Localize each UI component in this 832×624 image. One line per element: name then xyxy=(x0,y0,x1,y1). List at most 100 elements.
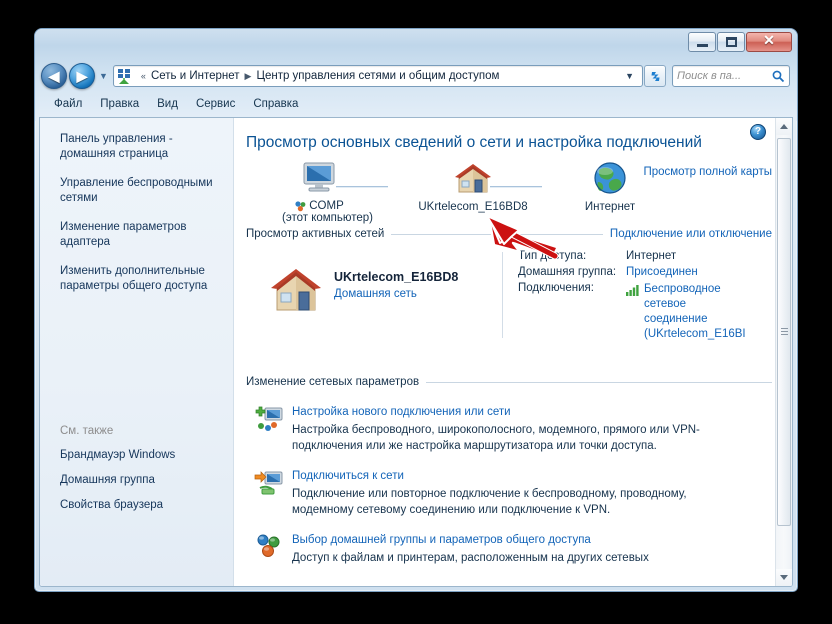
close-button[interactable]: ✕ xyxy=(746,32,792,52)
menu-item-file[interactable]: Файл xyxy=(45,96,91,112)
globe-icon xyxy=(594,162,626,194)
detail-row-connections: Подключения: Беспроводное сетевое соедин… xyxy=(518,282,752,342)
connect-disconnect-link[interactable]: Подключение или отключение xyxy=(610,228,772,240)
recent-pages-dropdown-icon[interactable]: ▼ xyxy=(99,71,108,81)
forward-arrow-icon: ▶ xyxy=(76,68,88,84)
sidebar-item-control-panel-home[interactable]: Панель управления - домашняя страница xyxy=(60,132,223,162)
detail-value-homegroup[interactable]: Присоединен xyxy=(626,266,698,278)
heading-rule xyxy=(391,233,603,235)
active-network-type-link[interactable]: Домашняя сеть xyxy=(334,288,417,300)
refresh-icon xyxy=(651,71,659,81)
see-also-section: См. также Брандмауэр Windows Домашняя гр… xyxy=(60,425,223,524)
close-icon: ✕ xyxy=(763,34,775,49)
scroll-down-arrow[interactable] xyxy=(776,569,792,586)
page-title: Просмотр основных сведений о сети и наст… xyxy=(246,134,702,151)
vertical-scrollbar[interactable] xyxy=(775,118,792,586)
setting-title-connect-network[interactable]: Подключиться к сети xyxy=(292,470,772,482)
window-controls: ✕ xyxy=(688,32,792,52)
search-input[interactable]: Поиск в па... xyxy=(672,65,790,87)
detail-value-connections[interactable]: Беспроводное сетевое соединение (UKrtele… xyxy=(644,282,752,342)
map-node-internet[interactable]: Интернет xyxy=(564,160,656,213)
view-full-map-link[interactable]: Просмотр полной карты xyxy=(643,166,772,178)
scroll-grip-icon xyxy=(781,328,788,336)
active-networks-heading-label: Просмотр активных сетей xyxy=(246,228,385,240)
see-also-item-homegroup[interactable]: Домашняя группа xyxy=(60,474,223,486)
map-node-network-label: UKrtelecom_E16BD8 xyxy=(418,201,528,213)
sidebar-item-change-advanced-sharing[interactable]: Изменить дополнительные параметры общего… xyxy=(60,264,223,294)
network-map: COMP (этот компьютер) UKrtelecom_E16BD8 xyxy=(246,160,772,224)
address-dropdown-icon[interactable]: ▼ xyxy=(619,71,640,81)
window-body: Панель управления - домашняя страница Уп… xyxy=(39,117,793,587)
address-bar-row: ◀ ▶ ▼ « Сеть и Интернет ▶ Центр управлен… xyxy=(35,59,797,93)
help-icon[interactable]: ? xyxy=(750,124,766,140)
main-content: ? Просмотр основных сведений о сети и на… xyxy=(234,118,792,586)
connect-network-icon xyxy=(254,471,283,495)
map-node-network[interactable]: UKrtelecom_E16BD8 xyxy=(398,160,548,213)
detail-label-connections: Подключения: xyxy=(518,282,594,294)
address-bar[interactable]: « Сеть и Интернет ▶ Центр управления сет… xyxy=(112,65,643,87)
homegroup-icon xyxy=(257,534,280,557)
sidebar-item-manage-wireless-networks[interactable]: Управление беспроводными сетями xyxy=(60,176,223,206)
network-settings-heading-label: Изменение сетевых параметров xyxy=(246,376,420,388)
setting-item-new-connection[interactable]: Настройка нового подключения или сети На… xyxy=(246,406,772,454)
breadcrumb-network-internet[interactable]: Сеть и Интернет xyxy=(150,70,241,82)
wifi-signal-icon xyxy=(626,285,639,296)
menu-item-view[interactable]: Вид xyxy=(148,96,187,112)
detail-label-access-type: Тип доступа: xyxy=(518,250,587,262)
title-bar: ✕ xyxy=(35,29,797,59)
see-also-item-browser-properties[interactable]: Свойства браузера xyxy=(60,499,223,511)
setting-description-new-connection: Настройка беспроводного, широкополосного… xyxy=(292,424,700,452)
breadcrumb-network-sharing-center[interactable]: Центр управления сетями и общим доступом xyxy=(255,70,500,82)
house-icon xyxy=(455,164,491,193)
setting-item-homegroup[interactable]: Выбор домашней группы и параметров общег… xyxy=(246,534,772,566)
new-connection-icon xyxy=(255,406,283,431)
minimize-icon xyxy=(696,44,708,47)
chevron-up-icon xyxy=(780,124,788,129)
chevron-down-icon xyxy=(780,575,788,580)
scroll-up-arrow[interactable] xyxy=(776,118,792,135)
network-details: Тип доступа: Интернет Домашняя группа: П… xyxy=(518,250,752,346)
homegroup-small-icon xyxy=(295,201,306,212)
breadcrumb-separator-icon[interactable]: ▶ xyxy=(245,71,252,82)
menu-item-tools[interactable]: Сервис xyxy=(187,96,244,112)
refresh-button[interactable] xyxy=(644,65,666,87)
back-button[interactable]: ◀ xyxy=(41,63,67,89)
network-settings-heading: Изменение сетевых параметров xyxy=(246,376,772,388)
map-node-computer-label: COMP xyxy=(309,200,344,212)
map-node-internet-label: Интернет xyxy=(584,201,636,213)
setting-item-connect-network[interactable]: Подключиться к сети Подключение или повт… xyxy=(246,470,772,518)
sidebar: Панель управления - домашняя страница Уп… xyxy=(40,118,234,586)
active-network-name: UKrtelecom_E16BD8 xyxy=(334,270,459,284)
active-network-block: UKrtelecom_E16BD8 Домашняя сеть Тип дост… xyxy=(246,246,782,354)
computer-icon xyxy=(303,162,335,192)
menu-item-edit[interactable]: Правка xyxy=(91,96,148,112)
detail-value-access-type: Интернет xyxy=(626,250,677,262)
detail-row-homegroup: Домашняя группа: Присоединен xyxy=(518,266,752,278)
network-settings-list: Настройка нового подключения или сети На… xyxy=(246,406,772,582)
setting-title-homegroup[interactable]: Выбор домашней группы и параметров общег… xyxy=(292,534,772,546)
back-arrow-icon: ◀ xyxy=(48,68,60,84)
menu-bar: Файл Правка Вид Сервис Справка xyxy=(35,93,797,115)
address-overflow-icon[interactable]: « xyxy=(141,71,146,81)
see-also-title: См. также xyxy=(60,425,114,437)
map-node-computer-sublabel: (этот компьютер) xyxy=(282,212,374,224)
setting-description-homegroup: Доступ к файлам и принтерам, расположенн… xyxy=(292,552,649,564)
sidebar-item-change-adapter-settings[interactable]: Изменение параметров адаптера xyxy=(60,220,223,250)
scroll-thumb[interactable] xyxy=(777,138,791,526)
detail-divider xyxy=(502,252,503,338)
maximize-button[interactable] xyxy=(717,32,745,52)
search-icon[interactable] xyxy=(772,70,785,83)
search-placeholder: Поиск в па... xyxy=(677,70,742,82)
see-also-item-windows-firewall[interactable]: Брандмауэр Windows xyxy=(60,449,223,461)
forward-button[interactable]: ▶ xyxy=(69,63,95,89)
setting-description-connect-network: Подключение или повторное подключение к … xyxy=(292,488,687,516)
network-icon xyxy=(117,68,134,84)
menu-item-help[interactable]: Справка xyxy=(244,96,307,112)
map-node-computer[interactable]: COMP (этот компьютер) xyxy=(282,160,374,224)
minimize-button[interactable] xyxy=(688,32,716,52)
explorer-window: ✕ ◀ ▶ ▼ « Сеть и Интернет ▶ Центр управл… xyxy=(34,28,798,592)
maximize-icon xyxy=(725,37,737,47)
heading-rule xyxy=(426,381,772,383)
detail-label-homegroup: Домашняя группа: xyxy=(518,266,617,278)
setting-title-new-connection[interactable]: Настройка нового подключения или сети xyxy=(292,406,772,418)
